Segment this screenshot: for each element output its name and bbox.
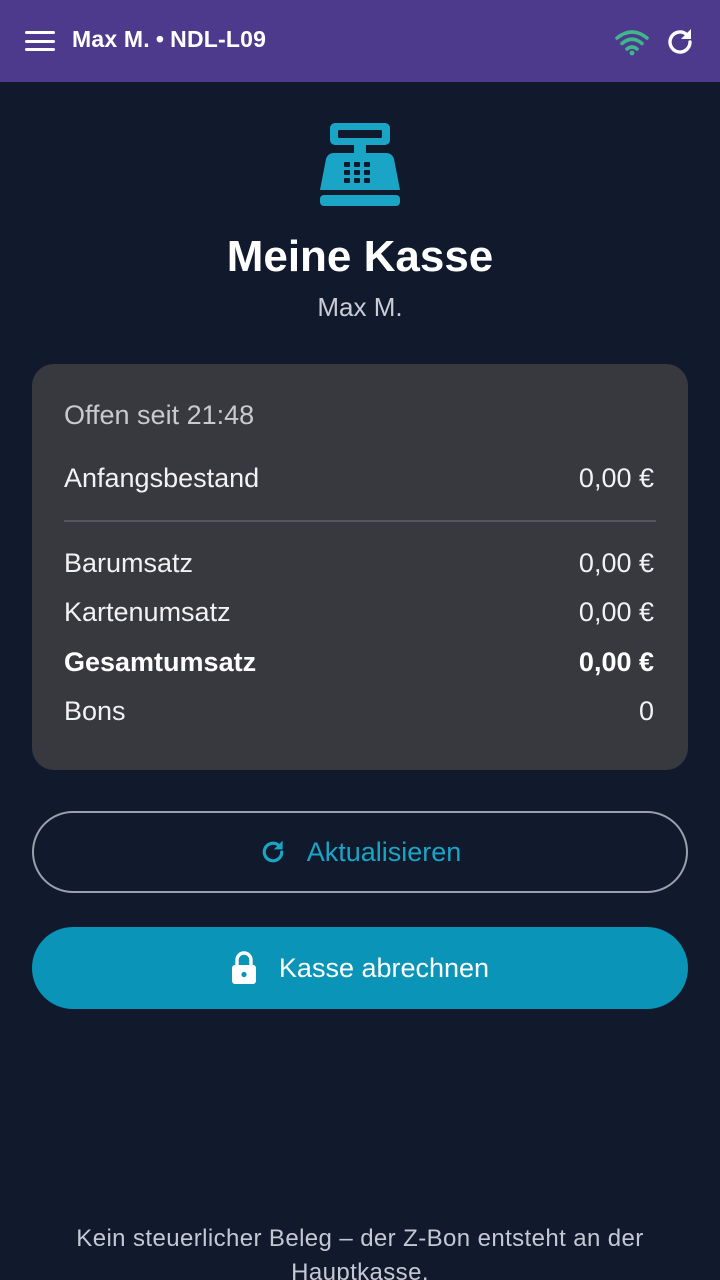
app-bar-separator: • [155, 26, 165, 52]
card-sales-row: Kartenumsatz 0,00 € [64, 594, 654, 630]
total-sales-row: Gesamtumsatz 0,00 € [64, 644, 654, 680]
row-value: 0,00 € [578, 462, 654, 493]
app-bar-register-id: NDL-L09 [170, 26, 267, 52]
menu-icon[interactable] [22, 27, 58, 55]
row-label: Bons [64, 695, 126, 726]
row-label: Gesamtumsatz [64, 646, 257, 677]
row-label: Barumsatz [64, 547, 194, 578]
page-subtitle: Max M. [317, 292, 403, 322]
page-title: Meine Kasse [226, 232, 494, 281]
opening-balance-row: Anfangsbestand 0,00 € [64, 460, 654, 496]
app-bar-user: Max M. [72, 26, 150, 52]
cash-sales-row: Barumsatz 0,00 € [64, 545, 654, 581]
row-value: 0 [638, 695, 654, 726]
refresh-button[interactable]: Aktualisieren [32, 811, 688, 893]
wifi-icon [615, 30, 649, 56]
row-label: Kartenumsatz [64, 596, 231, 627]
refresh-icon[interactable] [664, 26, 696, 58]
row-value: 0,00 € [578, 646, 654, 677]
cash-register-screen: Max M. • NDL-L09 Meine Kasse Max M. Offen … [0, 0, 720, 1280]
row-value: 0,00 € [578, 596, 654, 627]
divider [64, 520, 656, 522]
refresh-icon [262, 840, 284, 863]
register-summary-card: Offen seit 21:48 Anfangsbestand 0,00 € B… [32, 364, 688, 770]
app-bar-title: Max M. • NDL-L09 [72, 26, 266, 53]
close-register-button[interactable]: Kasse abrechnen [32, 927, 688, 1009]
open-since-text: Offen seit 21:48 [64, 400, 255, 430]
row-value: 0,00 € [578, 547, 654, 578]
close-register-button-label: Kasse abrechnen [278, 952, 490, 983]
refresh-button-label: Aktualisieren [306, 836, 462, 867]
row-label: Anfangsbestand [64, 462, 260, 493]
lock-icon [231, 951, 256, 984]
footer-note: Kein steuerlicher Beleg – der Z-Bon ents… [76, 1225, 644, 1280]
app-bar: Max M. • NDL-L09 [0, 0, 720, 82]
cash-register-icon [320, 123, 400, 206]
receipts-count-row: Bons 0 [64, 693, 654, 729]
